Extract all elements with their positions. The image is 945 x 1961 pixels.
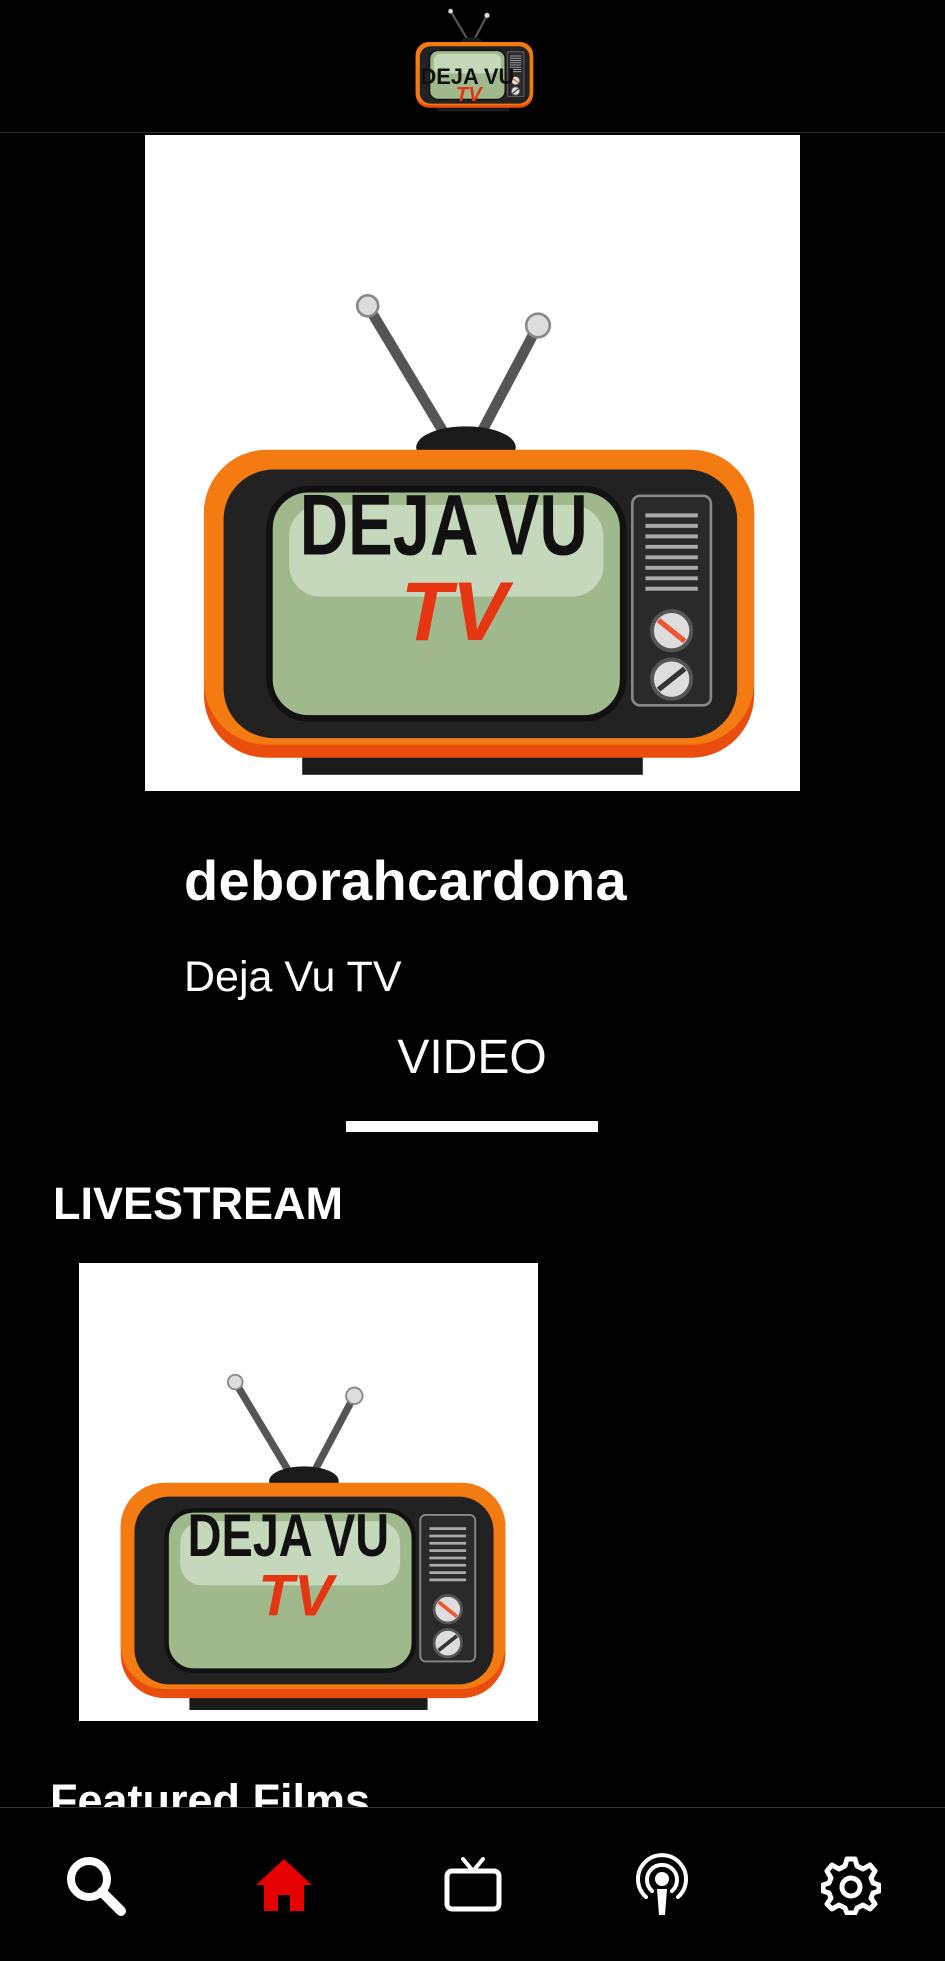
search-icon <box>66 1856 126 1916</box>
tab-video[interactable]: VIDEO <box>346 1030 598 1136</box>
top-bar: DEJA VU TV <box>0 0 945 133</box>
livestream-section-title: LIVESTREAM <box>53 1178 344 1229</box>
tab-active-indicator <box>346 1121 598 1132</box>
channel-artwork-subtext: TV <box>401 564 514 658</box>
bottom-navigation <box>0 1807 945 1961</box>
nav-home[interactable] <box>224 1825 344 1945</box>
livestream-thumbnail[interactable]: DEJA VU TV <box>79 1263 538 1721</box>
podcast-icon <box>635 1852 688 1915</box>
home-icon <box>255 1858 312 1911</box>
gear-icon <box>820 1856 881 1915</box>
livestream-thumbnail-text: DEJA VU <box>188 1501 390 1569</box>
channel-artwork-graphic: DEJA VU TV <box>145 135 800 791</box>
tab-video-label: VIDEO <box>397 1031 547 1084</box>
nav-settings[interactable] <box>791 1825 911 1945</box>
channel-artwork: DEJA VU TV <box>145 135 800 791</box>
tv-icon <box>444 1856 501 1911</box>
channel-subtitle: Deja Vu TV <box>184 953 402 1001</box>
livestream-thumbnail-graphic: DEJA VU TV <box>79 1263 538 1721</box>
nav-tv[interactable] <box>413 1825 533 1945</box>
channel-name: deborahcardona <box>184 849 627 912</box>
header-logo-subtext: TV <box>456 84 483 106</box>
nav-search[interactable] <box>35 1825 155 1945</box>
deja-vu-tv-logo-icon[interactable]: DEJA VU TV <box>402 0 544 112</box>
header-logo-graphic: DEJA VU TV <box>402 0 544 112</box>
nav-podcasts[interactable] <box>602 1825 722 1945</box>
livestream-thumbnail-subtext: TV <box>258 1564 338 1629</box>
channel-artwork-text: DEJA VU <box>300 478 588 574</box>
